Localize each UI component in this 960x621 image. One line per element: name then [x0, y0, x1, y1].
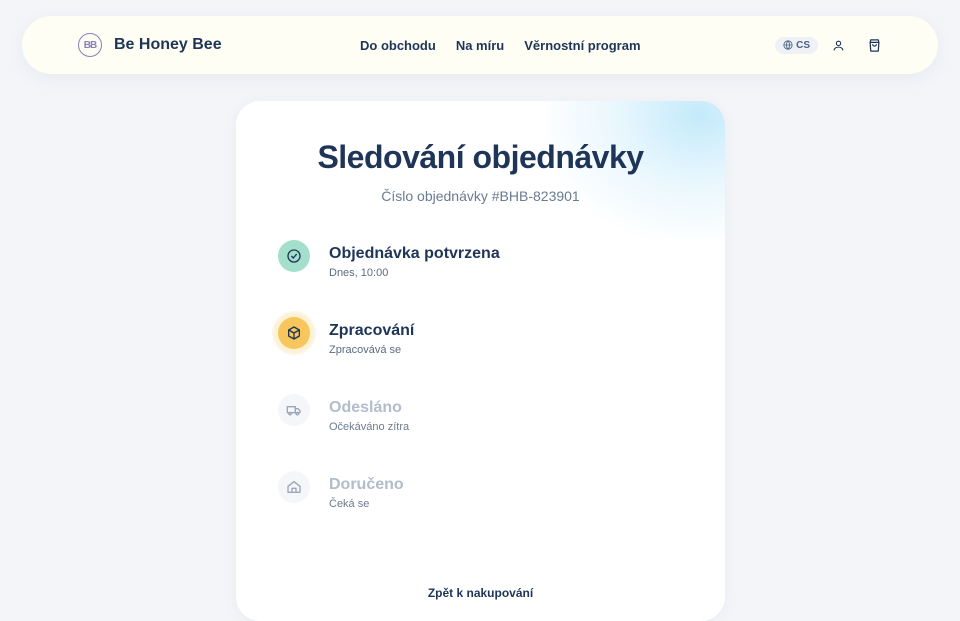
check-icon [287, 249, 301, 263]
tracking-step-shipped: Odesláno Očekáváno zítra [278, 394, 409, 433]
step-title: Objednávka potvrzena [329, 245, 500, 262]
tracking-step-processing: Zpracování Zpracovává se [278, 317, 414, 356]
order-tracking-card: Sledování objednávky Číslo objednávky #B… [236, 101, 725, 621]
globe-icon [783, 40, 793, 50]
order-number: Číslo objednávky #BHB-823901 [381, 188, 580, 204]
step-status-done [278, 240, 310, 272]
shopping-bag-icon [869, 38, 880, 52]
step-status-pending [278, 471, 310, 503]
nav-link-custom[interactable]: Na míru [456, 38, 504, 53]
nav-link-shop[interactable]: Do obchodu [360, 38, 436, 53]
header-actions: CS [775, 16, 882, 74]
step-title: Doručeno [329, 476, 404, 493]
home-icon [287, 481, 301, 493]
site-header: BB Be Honey Bee Do obchodu Na míru Věrno… [22, 16, 938, 74]
cart-button[interactable] [867, 38, 882, 53]
step-title: Odesláno [329, 399, 402, 416]
brand-name: Be Honey Bee [114, 36, 222, 53]
nav-link-loyalty[interactable]: Věrnostní program [524, 38, 640, 53]
brand-logo: BB [78, 33, 102, 57]
step-subtitle: Zpracovává se [329, 344, 402, 356]
user-icon [833, 40, 844, 50]
step-title: Zpracování [329, 322, 415, 339]
language-label: CS [796, 39, 810, 51]
truck-icon [286, 406, 301, 416]
tracking-step-delivered: Doručeno Čeká se [278, 471, 404, 510]
brand[interactable]: BB Be Honey Bee [78, 16, 222, 74]
tracking-step-confirmed: Objednávka potvrzena Dnes, 10:00 [278, 240, 500, 279]
back-to-shopping-link[interactable]: Zpět k nakupování [236, 586, 725, 600]
page-title: Sledování objednávky [317, 139, 644, 175]
step-subtitle: Očekáváno zítra [329, 421, 410, 433]
box-icon [288, 326, 300, 340]
step-status-pending [278, 394, 310, 426]
step-status-active [278, 317, 310, 349]
main-nav: Do obchodu Na míru Věrnostní program [360, 16, 641, 74]
step-subtitle: Čeká se [329, 498, 370, 510]
language-switcher[interactable]: CS [775, 36, 818, 54]
account-button[interactable] [832, 39, 845, 52]
step-subtitle: Dnes, 10:00 [329, 267, 389, 279]
